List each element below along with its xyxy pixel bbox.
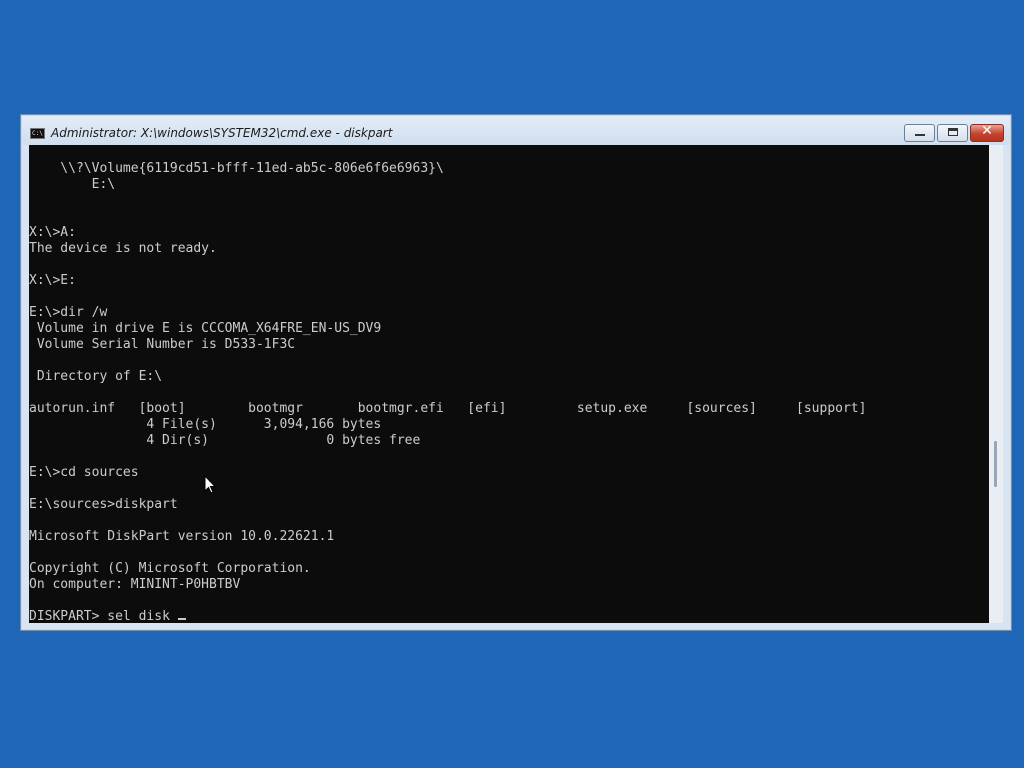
console-line: The device is not ready. <box>29 241 217 256</box>
console-area[interactable]: \\?\Volume{6119cd51-bfff-11ed-ab5c-806e6… <box>29 145 989 623</box>
console-line: X:\>A: <box>29 225 76 240</box>
close-button[interactable]: ✕ <box>970 123 1004 142</box>
console-input[interactable]: sel disk <box>107 609 177 623</box>
console-line: Volume in drive E is CCCOMA_X64FRE_EN-US… <box>29 321 382 336</box>
maximize-button[interactable] <box>937 124 968 142</box>
console-line: E:\>cd sources <box>29 465 139 480</box>
text-cursor <box>177 618 186 620</box>
cmd-icon[interactable]: C:\ <box>30 128 45 139</box>
scrollbar-thumb[interactable] <box>994 441 997 487</box>
console-line: Directory of E:\ <box>29 369 163 384</box>
close-icon: ✕ <box>981 123 993 139</box>
maximize-icon <box>948 128 958 136</box>
desktop: C:\ Administrator: X:\windows\SYSTEM32\c… <box>0 0 1024 768</box>
mouse-pointer-icon <box>204 475 216 494</box>
console-line: Volume Serial Number is D533-1F3C <box>29 337 296 352</box>
minimize-icon <box>915 134 925 136</box>
console-line: autorun.inf [boot] bootmgr bootmgr.efi [… <box>29 401 867 416</box>
console-line: E:\sources>diskpart <box>29 497 178 512</box>
console-line: Microsoft DiskPart version 10.0.22621.1 <box>29 529 335 544</box>
console-line: Copyright (C) Microsoft Corporation. <box>29 561 311 576</box>
console-line: \\?\Volume{6119cd51-bfff-11ed-ab5c-806e6… <box>29 161 444 176</box>
console-lines: \\?\Volume{6119cd51-bfff-11ed-ab5c-806e6… <box>29 161 866 592</box>
window-title: Administrator: X:\windows\SYSTEM32\cmd.e… <box>51 126 393 140</box>
console-output: \\?\Volume{6119cd51-bfff-11ed-ab5c-806e6… <box>29 145 989 623</box>
console-line: 4 File(s) 3,094,166 bytes <box>29 417 382 432</box>
cmd-window[interactable]: C:\ Administrator: X:\windows\SYSTEM32\c… <box>20 114 1012 631</box>
console-line: On computer: MININT-P0HBTBV <box>29 577 241 592</box>
vertical-scrollbar[interactable] <box>989 145 1003 623</box>
console-line: 4 Dir(s) 0 bytes free <box>29 433 421 448</box>
console-prompt: DISKPART> <box>29 609 108 623</box>
title-bar[interactable]: C:\ Administrator: X:\windows\SYSTEM32\c… <box>22 116 1010 145</box>
console-line: E:\>dir /w <box>29 305 108 320</box>
minimize-button[interactable] <box>904 124 935 142</box>
console-line: E:\ <box>29 177 116 192</box>
console-line: X:\>E: <box>29 273 76 288</box>
